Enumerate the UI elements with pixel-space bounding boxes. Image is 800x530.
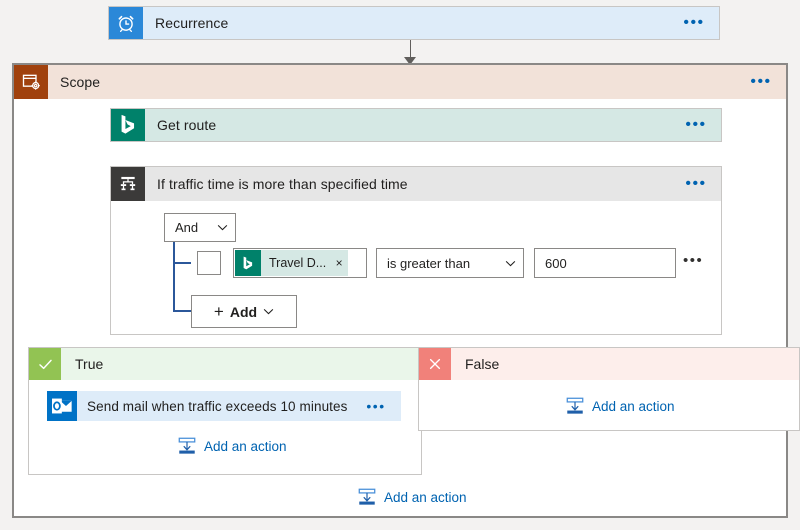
- branch-true-label: True: [61, 348, 421, 380]
- send-mail-overflow-button[interactable]: •••: [359, 391, 401, 421]
- add-action-button-true[interactable]: Add an action: [177, 436, 287, 456]
- condition-row-checkbox[interactable]: [197, 251, 221, 275]
- condition-operator-value: is greater than: [377, 256, 497, 271]
- plus-icon: +: [214, 302, 224, 322]
- add-action-label: Add an action: [204, 439, 287, 454]
- branch-false-label: False: [451, 348, 799, 380]
- logical-operator-value: And: [165, 220, 209, 235]
- add-action-button-scope[interactable]: Add an action: [357, 487, 467, 507]
- checkmark-icon: [29, 348, 61, 380]
- trigger-card-recurrence[interactable]: Recurrence •••: [108, 6, 720, 40]
- scope-icon: [14, 65, 48, 99]
- send-mail-title: Send mail when traffic exceeds 10 minute…: [77, 391, 359, 421]
- chevron-down-icon: [209, 224, 235, 231]
- condition-tree-connector-add: [173, 310, 191, 312]
- trigger-overflow-button[interactable]: •••: [677, 7, 719, 39]
- scope-overflow-button[interactable]: •••: [744, 65, 786, 99]
- get-route-overflow-button[interactable]: •••: [679, 109, 721, 141]
- logical-operator-dropdown[interactable]: And: [164, 213, 236, 242]
- add-condition-label: Add: [230, 304, 257, 320]
- bing-maps-icon: [235, 250, 261, 276]
- chevron-down-icon: [497, 260, 523, 267]
- outlook-icon: [47, 391, 77, 421]
- condition-title: If traffic time is more than specified t…: [145, 167, 679, 201]
- condition-tree-connector-row: [173, 262, 191, 264]
- condition-left-operand-field[interactable]: Travel D... ×: [233, 248, 367, 278]
- branch-true-header: True: [29, 348, 421, 380]
- condition-tree-connector-vertical: [173, 242, 175, 312]
- alarm-clock-icon: [109, 7, 143, 39]
- action-card-send-mail[interactable]: Send mail when traffic exceeds 10 minute…: [47, 391, 401, 421]
- token-label: Travel D...: [261, 256, 330, 270]
- add-action-label: Add an action: [592, 399, 675, 414]
- add-condition-button[interactable]: + Add: [191, 295, 297, 328]
- condition-card[interactable]: If traffic time is more than specified t…: [111, 167, 721, 201]
- add-action-icon: [177, 436, 197, 456]
- add-action-button-false[interactable]: Add an action: [565, 396, 675, 416]
- scope-title: Scope: [48, 65, 744, 99]
- close-icon: [419, 348, 451, 380]
- scope-card[interactable]: Scope •••: [14, 65, 786, 99]
- trigger-title: Recurrence: [143, 7, 677, 39]
- condition-overflow-button[interactable]: •••: [679, 167, 721, 201]
- condition-body: And Travel D... ×: [111, 201, 721, 334]
- scope-container: Scope ••• Get route •••: [12, 63, 788, 518]
- condition-block: If traffic time is more than specified t…: [110, 166, 722, 335]
- connector-arrow-trigger-to-scope: [403, 40, 417, 65]
- condition-value-input[interactable]: 600: [534, 248, 676, 278]
- condition-icon: [111, 167, 145, 201]
- branch-false: False Add an action: [418, 347, 800, 431]
- add-action-icon: [357, 487, 377, 507]
- condition-operator-dropdown[interactable]: is greater than: [376, 248, 524, 278]
- branch-true: True Send mail when traffic exceeds 10 m…: [28, 347, 422, 475]
- chevron-down-icon: [263, 308, 274, 315]
- bing-maps-icon: [111, 109, 145, 141]
- action-card-get-route[interactable]: Get route •••: [110, 108, 722, 142]
- add-action-label: Add an action: [384, 490, 467, 505]
- condition-row-overflow-button[interactable]: •••: [683, 254, 707, 268]
- add-action-icon: [565, 396, 585, 416]
- dynamic-content-token[interactable]: Travel D... ×: [235, 250, 348, 276]
- branch-false-header: False: [419, 348, 799, 380]
- close-icon[interactable]: ×: [330, 256, 348, 270]
- get-route-title: Get route: [145, 109, 679, 141]
